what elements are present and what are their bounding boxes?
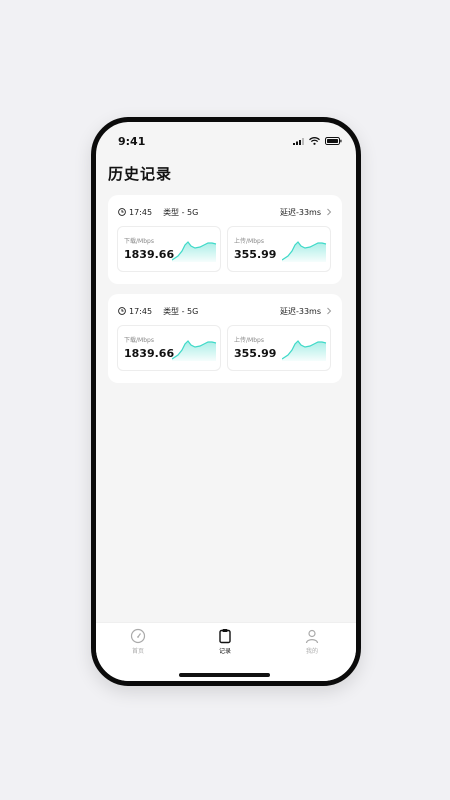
page-title: 历史记录 <box>108 165 173 183</box>
record-type: 类型 - 5G <box>163 207 199 217</box>
record-header: 17:45 类型 - 5G 延迟-33ms <box>118 205 332 219</box>
clipboard-icon <box>219 629 231 644</box>
wifi-icon <box>309 137 320 145</box>
speedometer-icon <box>130 628 146 644</box>
tab-home-label: 首页 <box>131 648 144 655</box>
tab-records[interactable]: 记录 <box>195 628 255 655</box>
upload-metric: 上传/Mbps 355.99 <box>227 226 331 272</box>
record-list: 17:45 类型 - 5G 延迟-33ms 下载/Mbps 1839.66 上传… <box>108 195 342 393</box>
download-sparkline <box>172 241 217 262</box>
chevron-right-icon[interactable] <box>326 208 332 216</box>
tab-profile-label: 我的 <box>305 648 318 655</box>
download-metric: 下载/Mbps 1839.66 <box>117 226 221 272</box>
upload-sparkline <box>282 241 327 262</box>
download-metric: 下载/Mbps 1839.66 <box>117 325 221 371</box>
status-bar: 9:41 <box>96 122 356 162</box>
download-value: 1839.66 <box>124 347 175 360</box>
clock-icon <box>118 307 126 315</box>
upload-metric: 上传/Mbps 355.99 <box>227 325 331 371</box>
record-header: 17:45 类型 - 5G 延迟-33ms <box>118 304 332 318</box>
phone-frame: 9:41 历史记录 17:45 类型 - 5G 延迟-33ms 下载/Mbps … <box>91 117 361 686</box>
download-label: 下载/Mbps <box>124 337 154 344</box>
chevron-right-icon[interactable] <box>326 307 332 315</box>
user-icon <box>305 629 319 644</box>
tab-records-label: 记录 <box>218 648 231 655</box>
upload-label: 上传/Mbps <box>234 337 264 344</box>
status-time: 9:41 <box>118 135 146 148</box>
record-latency: 延迟-33ms <box>279 207 321 217</box>
download-value: 1839.66 <box>124 248 175 261</box>
record-card[interactable]: 17:45 类型 - 5G 延迟-33ms 下载/Mbps 1839.66 上传… <box>108 195 342 284</box>
tab-bar: 首页 记录 我的 <box>96 622 356 681</box>
download-label: 下载/Mbps <box>124 238 154 245</box>
signal-icon <box>293 137 304 145</box>
status-icons <box>293 137 342 145</box>
record-time: 17:45 <box>129 306 153 316</box>
clock-icon <box>118 208 126 216</box>
upload-value: 355.99 <box>234 347 277 360</box>
download-sparkline <box>172 340 217 361</box>
upload-value: 355.99 <box>234 248 277 261</box>
home-indicator <box>179 673 270 677</box>
tab-home[interactable]: 首页 <box>108 628 168 655</box>
upload-sparkline <box>282 340 327 361</box>
tab-profile[interactable]: 我的 <box>282 628 342 655</box>
record-type: 类型 - 5G <box>163 306 199 316</box>
battery-icon <box>325 137 342 145</box>
record-latency: 延迟-33ms <box>279 306 321 316</box>
upload-label: 上传/Mbps <box>234 238 264 245</box>
record-time: 17:45 <box>129 207 153 217</box>
record-card[interactable]: 17:45 类型 - 5G 延迟-33ms 下载/Mbps 1839.66 上传… <box>108 294 342 383</box>
